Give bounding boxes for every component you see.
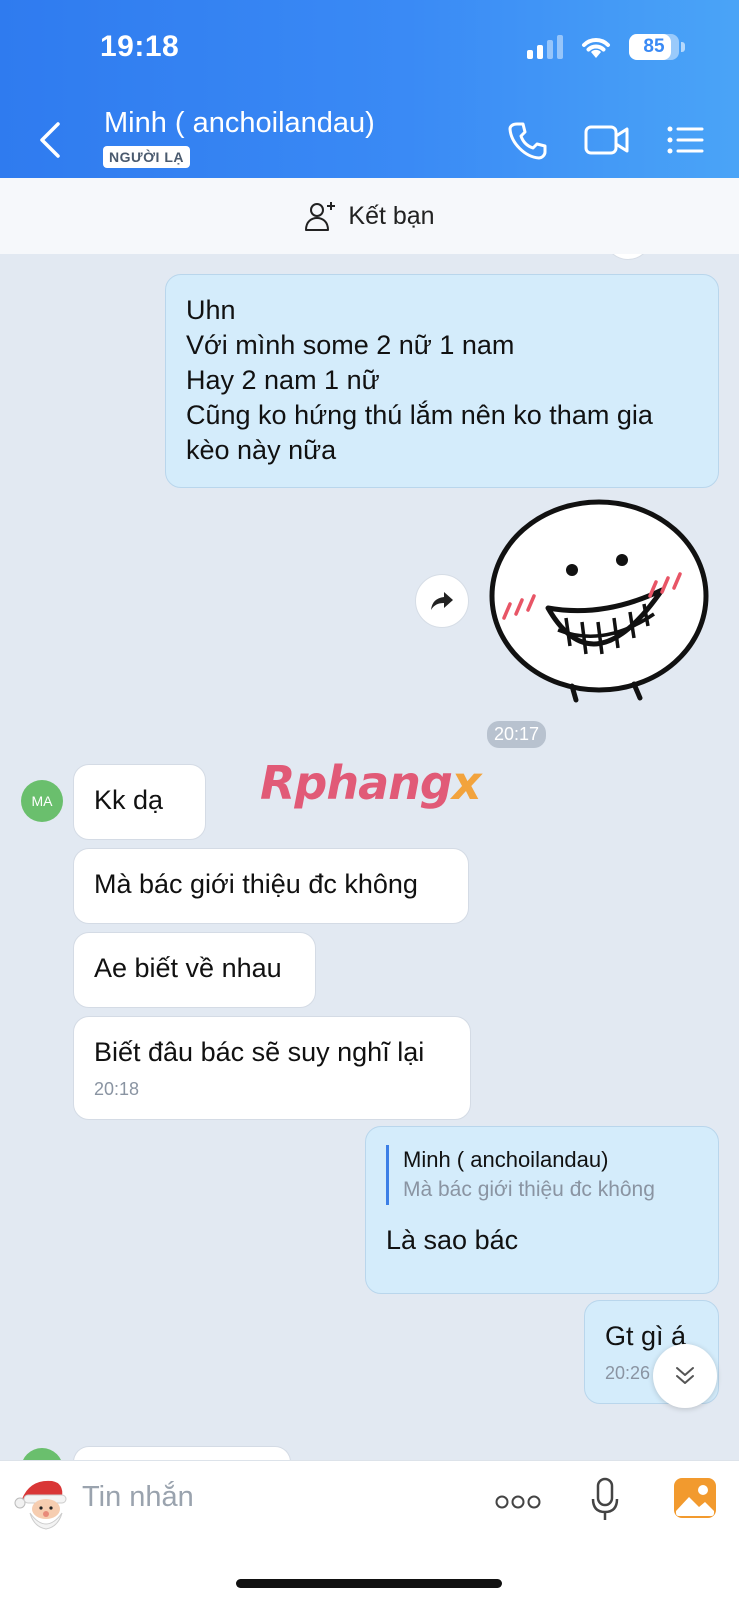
message-line: kèo này nữa <box>186 435 337 465</box>
watermark-text-a: Rphang <box>260 756 453 810</box>
add-friend-icon <box>305 202 336 231</box>
time-divider: 20:17 <box>487 721 547 748</box>
avatar-partial[interactable] <box>21 1448 63 1460</box>
my-reply-message[interactable]: Minh ( anchoilandau) Mà bác giới thiệu đ… <box>365 1126 719 1294</box>
watermark-text-b: x <box>451 756 482 810</box>
home-indicator <box>236 1579 502 1588</box>
scroll-to-bottom-button[interactable] <box>653 1344 717 1408</box>
their-message[interactable]: Kk dạ <box>73 764 206 840</box>
my-message[interactable]: Uhn Với mình some 2 nữ 1 nam Hay 2 nam 1… <box>165 274 719 488</box>
stranger-badge: NGƯỜI LẠ <box>103 146 190 168</box>
message-line: Với mình some 2 nữ 1 nam <box>186 330 515 360</box>
partial-message[interactable] <box>73 1446 291 1460</box>
chat-messages[interactable]: Uhn Với mình some 2 nữ 1 nam Hay 2 nam 1… <box>0 254 739 1460</box>
message-text: Ae biết về nhau <box>94 953 282 983</box>
status-time: 19:18 <box>100 30 180 63</box>
message-input[interactable]: Tin nhắn <box>82 1481 194 1514</box>
watermark-logo: Rphangx <box>260 756 481 810</box>
message-input-bar: Tin nhắn <box>0 1460 739 1600</box>
back-arrow-icon[interactable] <box>32 118 72 162</box>
partial-share-button[interactable] <box>604 254 652 260</box>
their-message[interactable]: Mà bác giới thiệu đc không <box>73 848 469 924</box>
add-friend-bar[interactable]: Kết bạn <box>0 178 739 254</box>
cellular-signal-icon <box>527 35 563 59</box>
their-message[interactable]: Biết đâu bác sẽ suy nghĩ lại 20:18 <box>73 1016 471 1120</box>
battery-icon: 85 <box>629 34 685 60</box>
quoted-text: Mà bác giới thiệu đc không <box>403 1178 655 1201</box>
quoted-sender: Minh ( anchoilandau) <box>403 1147 609 1172</box>
message-text: Mà bác giới thiệu đc không <box>94 869 418 899</box>
avatar[interactable]: MA <box>21 780 63 822</box>
microphone-icon[interactable] <box>590 1477 620 1523</box>
add-friend-label: Kết bạn <box>348 201 435 230</box>
wifi-icon <box>582 38 610 58</box>
message-text: Biết đâu bác sẽ suy nghĩ lại <box>94 1037 425 1067</box>
forward-arrow-icon <box>431 592 453 610</box>
grinning-face-sticker[interactable] <box>484 498 724 704</box>
message-time: 20:18 <box>94 1079 140 1099</box>
message-line: Cũng ko hứng thú lắm nên ko tham gia <box>186 400 653 430</box>
image-gallery-icon[interactable] <box>673 1477 717 1519</box>
chat-header: 19:18 85 Minh ( anchoilandau) NGƯỜI LẠ <box>0 0 739 178</box>
message-line: Hay 2 nam 1 nữ <box>186 365 380 395</box>
message-line: Uhn <box>186 295 236 325</box>
double-chevron-down-icon <box>676 1367 694 1384</box>
battery-level: 85 <box>643 36 665 57</box>
menu-list-icon[interactable] <box>664 118 708 162</box>
quoted-message[interactable]: Minh ( anchoilandau) Mà bác giới thiệu đ… <box>386 1145 698 1205</box>
sticker-emoji-icon[interactable] <box>12 1475 74 1533</box>
status-indicators: 85 <box>527 34 685 60</box>
video-call-icon[interactable] <box>583 118 631 162</box>
share-button[interactable] <box>415 574 469 628</box>
message-text: Là sao bác <box>386 1225 519 1255</box>
their-message[interactable]: Ae biết về nhau <box>73 932 316 1008</box>
contact-name[interactable]: Minh ( anchoilandau) <box>104 107 375 140</box>
message-text: Kk dạ <box>94 785 164 815</box>
more-options-icon[interactable] <box>495 1494 541 1510</box>
phone-call-icon[interactable] <box>505 118 549 162</box>
